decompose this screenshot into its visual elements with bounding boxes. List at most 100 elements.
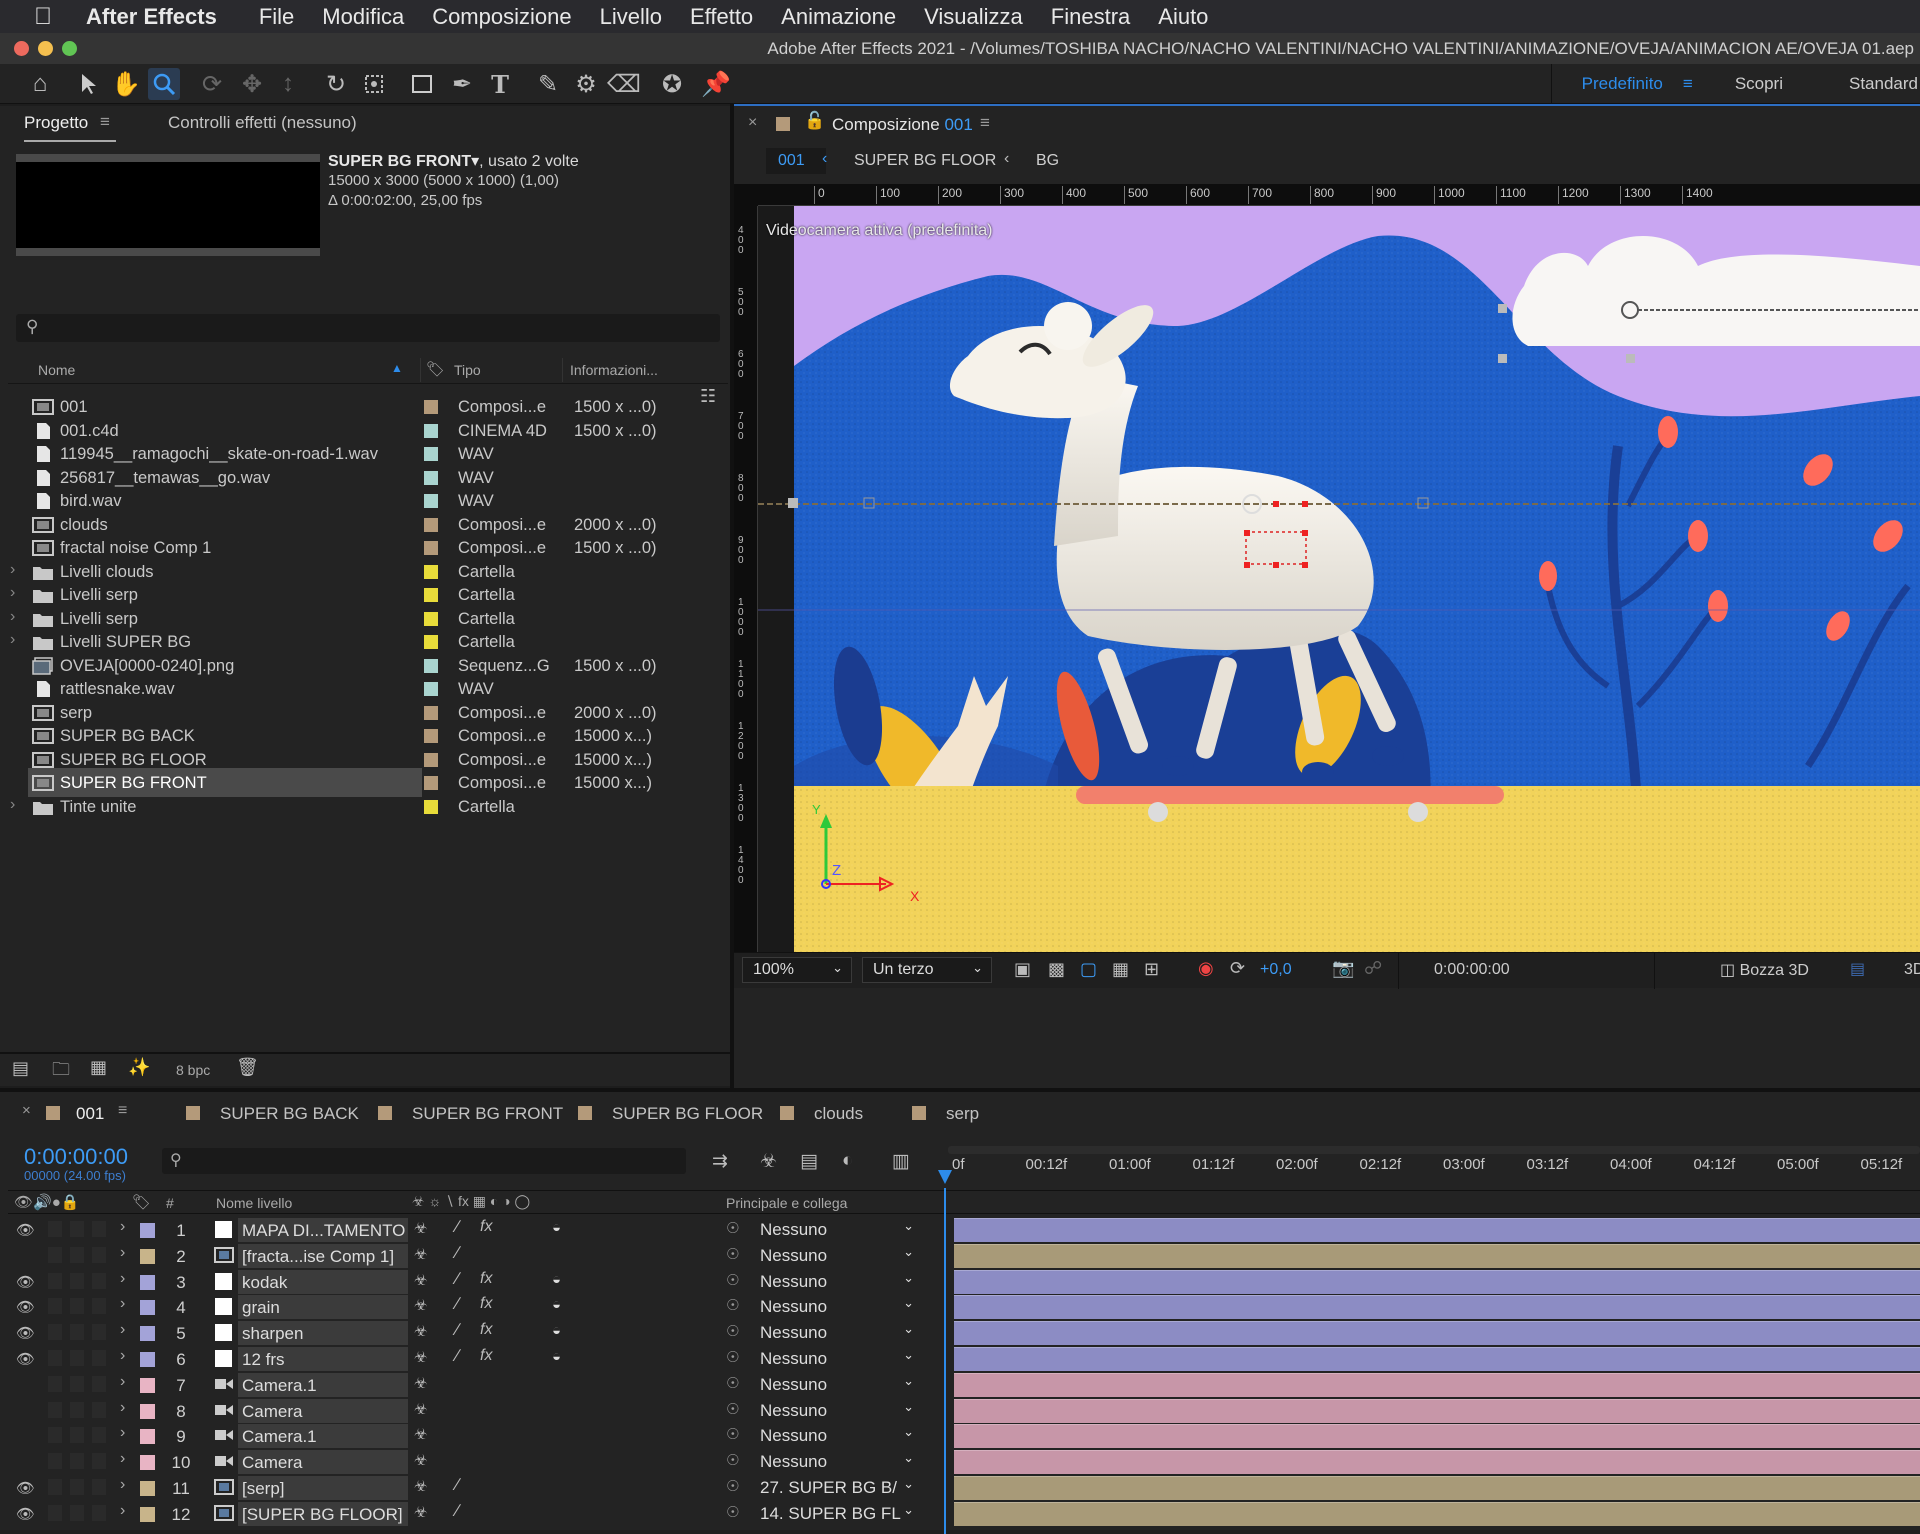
pick-whip-icon[interactable]: ☉: [726, 1477, 739, 1495]
pan-camera-icon[interactable]: ✥: [236, 68, 268, 100]
menu-app-name[interactable]: After Effects: [86, 4, 217, 30]
layer-duration-bar[interactable]: [954, 1398, 1920, 1423]
expand-arrow-icon[interactable]: ›: [10, 561, 15, 579]
adjustment-layer-icon[interactable]: ◒: [552, 1348, 561, 1365]
adjustment-layer-icon[interactable]: ◒: [552, 1271, 561, 1288]
layer-name[interactable]: MAPA DI...TAMENTO: [238, 1218, 408, 1242]
layer-duration-bar[interactable]: [954, 1295, 1920, 1320]
pick-whip-icon[interactable]: ☉: [726, 1503, 739, 1521]
expand-arrow-icon[interactable]: ›: [10, 796, 15, 814]
audio-toggle[interactable]: [48, 1479, 62, 1495]
layer-label-swatch[interactable]: [140, 1455, 155, 1471]
close-window-button[interactable]: [14, 41, 29, 56]
frame-blending-icon[interactable]: ▤: [800, 1150, 818, 1173]
label-swatch[interactable]: [424, 517, 438, 532]
tab-controlli-effetti[interactable]: Controlli effetti (nessuno): [168, 113, 357, 133]
exposure-value[interactable]: +0,0: [1260, 961, 1292, 979]
puppet-pin-icon[interactable]: 📌: [700, 68, 732, 100]
reset-exposure-icon[interactable]: ⟳: [1230, 958, 1245, 979]
lock-icon[interactable]: 🔓: [804, 111, 825, 131]
twirl-arrow-icon[interactable]: ›: [120, 1399, 125, 1417]
zoom-tool-icon[interactable]: [148, 68, 180, 100]
comp-tab[interactable]: Composizione 001: [832, 115, 973, 135]
parent-select[interactable]: Nessuno ⌄: [760, 1270, 920, 1292]
show-snapshot-icon[interactable]: ☍: [1364, 958, 1382, 979]
layer-label-swatch[interactable]: [140, 1352, 155, 1367]
layer-row[interactable]: › 7 Camera.1 ☣ ☉ Nessuno ⌄: [8, 1372, 1920, 1398]
visibility-eye-icon[interactable]: 👁: [16, 1324, 35, 1342]
effects-switch-icon[interactable]: fx: [480, 1218, 492, 1236]
layer-name[interactable]: [serp]: [238, 1476, 408, 1500]
twirl-arrow-icon[interactable]: ›: [120, 1476, 125, 1494]
label-swatch[interactable]: [424, 799, 438, 814]
layer-name[interactable]: [fracta...ise Comp 1]: [238, 1243, 408, 1268]
solo-toggle[interactable]: [70, 1427, 84, 1444]
zoom-window-button[interactable]: [62, 41, 77, 56]
timeline-tab[interactable]: 001: [46, 1104, 104, 1124]
tab-progetto[interactable]: Progetto: [24, 113, 88, 133]
text-tool-icon[interactable]: T: [484, 68, 516, 100]
pick-whip-icon[interactable]: ☉: [726, 1400, 739, 1418]
solo-toggle[interactable]: [70, 1272, 84, 1289]
layer-name[interactable]: 12 frs: [238, 1347, 408, 1371]
quality-switch-icon[interactable]: ∕: [456, 1294, 459, 1314]
current-time-display[interactable]: 0:00:00:00: [1434, 961, 1510, 979]
audio-toggle[interactable]: [48, 1221, 62, 1237]
shy-switch-icon[interactable]: ☣: [414, 1296, 427, 1314]
menu-effetto[interactable]: Effetto: [690, 4, 753, 30]
label-header-icon[interactable]: 🏷: [132, 1193, 151, 1211]
shy-switch-icon[interactable]: ☣: [414, 1374, 427, 1392]
layer-row[interactable]: › 9 Camera.1 ☣ ☉ Nessuno ⌄: [8, 1423, 1920, 1449]
layer-duration-bar[interactable]: [954, 1476, 1920, 1500]
layer-duration-bar[interactable]: [954, 1269, 1920, 1294]
lock-toggle[interactable]: [92, 1272, 106, 1289]
layer-row[interactable]: 👁 › 3 kodak ☣ ∕ fx ◒ ☉ Nessuno ⌄: [8, 1269, 1920, 1295]
label-swatch[interactable]: [424, 776, 438, 790]
rotation-tool-icon[interactable]: ↻: [320, 68, 352, 100]
close-tab-icon[interactable]: ×: [748, 114, 757, 132]
layer-name[interactable]: Camera.1: [238, 1372, 408, 1397]
layer-label-swatch[interactable]: [140, 1429, 155, 1445]
label-swatch[interactable]: [424, 564, 438, 579]
twirl-arrow-icon[interactable]: ›: [120, 1321, 125, 1339]
sort-ascending-icon[interactable]: ▲: [391, 361, 403, 375]
parent-select[interactable]: Nessuno ⌄: [760, 1450, 920, 1472]
renderer-select[interactable]: ◫ Bozza 3D: [1720, 960, 1809, 980]
layer-row[interactable]: 👁 › 1 MAPA DI...TAMENTO ☣ ∕ fx ◒ ☉ Nessuno ⌄: [8, 1217, 1920, 1243]
layer-name[interactable]: Camera.1: [238, 1424, 408, 1449]
solo-toggle[interactable]: [70, 1350, 84, 1366]
shy-switch-icon[interactable]: ☣: [414, 1219, 427, 1237]
snapshot-icon[interactable]: 📷: [1332, 958, 1354, 979]
pen-tool-icon[interactable]: ✒: [446, 68, 478, 100]
layer-row[interactable]: 👁 › 12 [SUPER BG FLOOR] ☣ ∕ ☉ 14. SUPER BG FL ⌄: [8, 1501, 1920, 1527]
motion-blur-icon[interactable]: ◐: [842, 1150, 853, 1172]
clone-stamp-icon[interactable]: ⚙: [570, 68, 602, 100]
lock-toggle[interactable]: [92, 1350, 106, 1366]
close-timeline-tab-icon[interactable]: ×: [22, 1102, 31, 1119]
breadcrumb-super-bg-floor[interactable]: SUPER BG FLOOR: [854, 152, 996, 170]
layer-name[interactable]: kodak: [238, 1269, 408, 1294]
twirl-arrow-icon[interactable]: ›: [120, 1270, 125, 1288]
audio-toggle[interactable]: [48, 1350, 62, 1366]
twirl-arrow-icon[interactable]: ›: [120, 1347, 125, 1365]
rectangle-tool-icon[interactable]: [406, 68, 438, 100]
layer-duration-bar[interactable]: [954, 1450, 1920, 1475]
layer-duration-bar[interactable]: [954, 1347, 1920, 1371]
lock-toggle[interactable]: [92, 1479, 106, 1495]
menu-finestra[interactable]: Finestra: [1051, 4, 1130, 30]
project-search-input[interactable]: ⚲: [16, 314, 720, 342]
av-features-icon[interactable]: 👁🔊●🔒: [14, 1193, 79, 1211]
shy-switch-icon[interactable]: ☣: [414, 1271, 427, 1289]
solo-toggle[interactable]: [70, 1401, 84, 1418]
solo-toggle[interactable]: [70, 1453, 84, 1470]
pick-whip-icon[interactable]: ☉: [726, 1348, 739, 1366]
lock-toggle[interactable]: [92, 1427, 106, 1444]
timeline-search-input[interactable]: ⚲: [162, 1148, 686, 1174]
label-swatch[interactable]: [424, 752, 438, 767]
interpret-footage-icon[interactable]: ▤: [12, 1058, 29, 1079]
workspace-menu-icon[interactable]: ≡: [1683, 74, 1693, 94]
new-folder-icon[interactable]: 🗀: [52, 1057, 70, 1087]
quality-switch-icon[interactable]: ∕: [456, 1320, 459, 1340]
label-column-icon[interactable]: 🏷: [426, 360, 445, 378]
pick-whip-icon[interactable]: ☉: [726, 1245, 739, 1263]
